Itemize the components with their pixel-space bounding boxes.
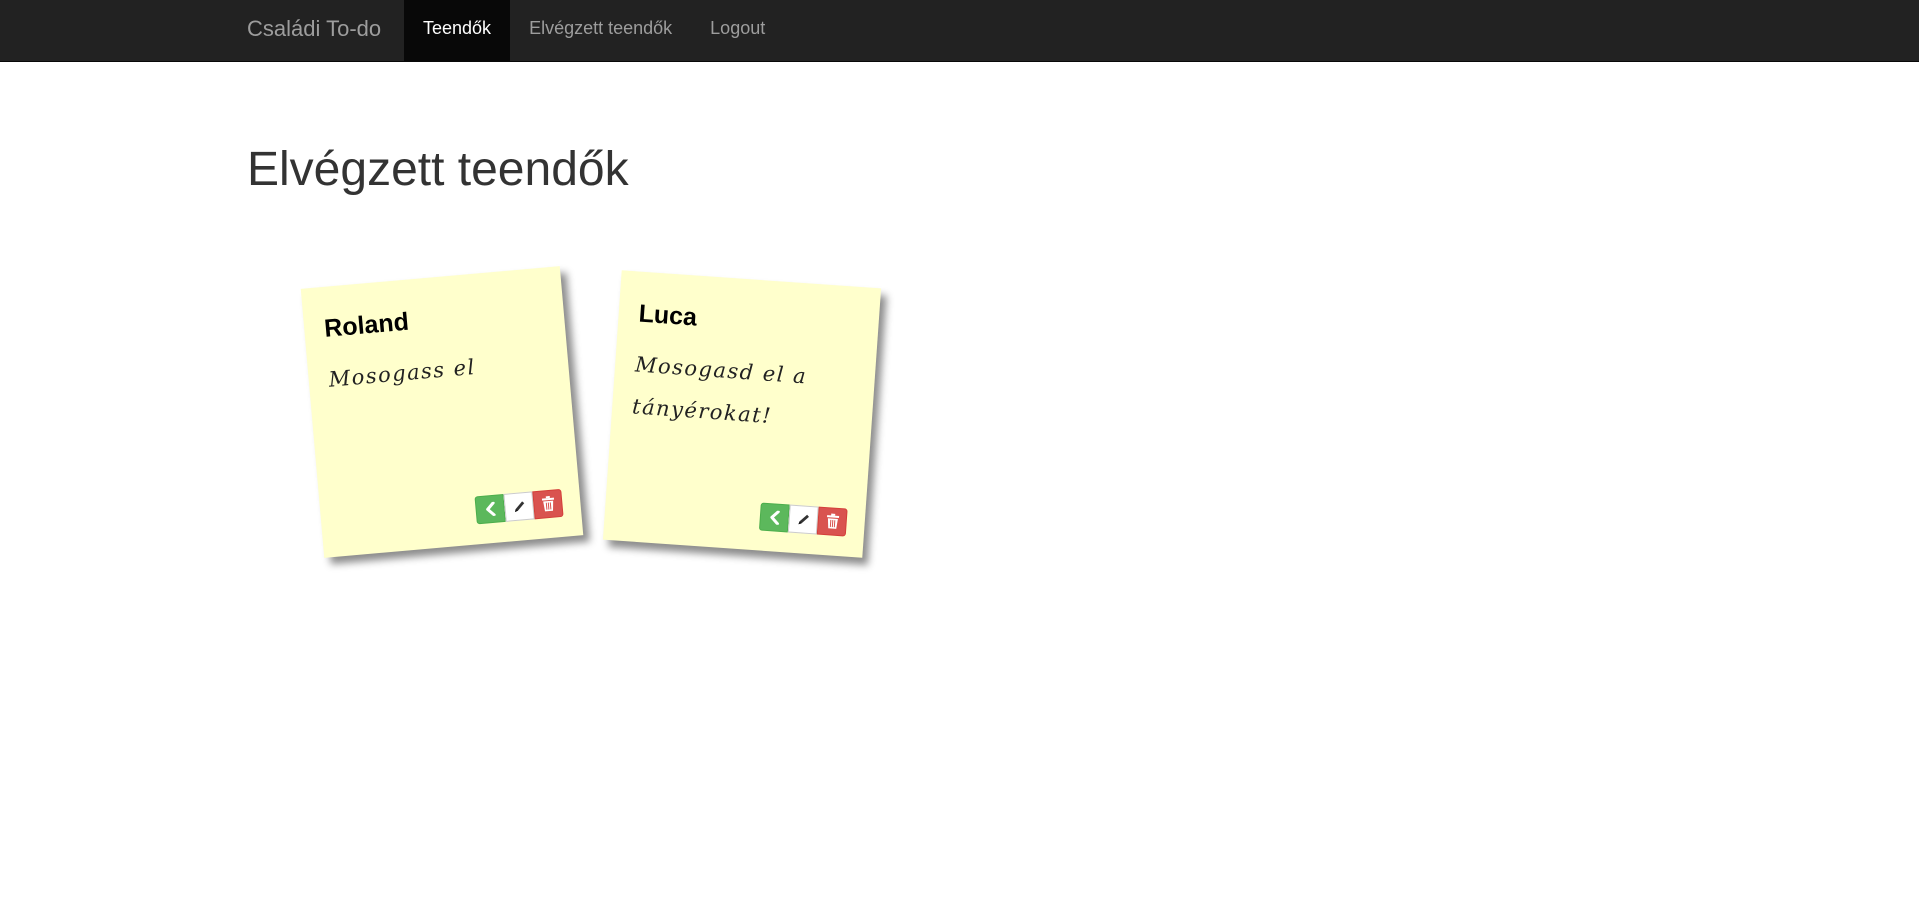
page-title: Elvégzett teendők bbox=[247, 143, 629, 196]
navbar: Családi To-do Teendők Elvégzett teendők … bbox=[0, 0, 1919, 62]
undo-button[interactable] bbox=[758, 502, 790, 533]
note-text: Mosogass el bbox=[327, 354, 477, 392]
nav-item-logout[interactable]: Logout bbox=[691, 0, 784, 61]
note-assignee: Luca bbox=[637, 299, 698, 332]
trash-icon bbox=[826, 513, 839, 529]
nav-item-elvegzett[interactable]: Elvégzett teendők bbox=[510, 0, 691, 61]
note-actions bbox=[474, 488, 564, 525]
pencil-icon bbox=[797, 514, 809, 525]
edit-button[interactable] bbox=[787, 504, 819, 535]
nav-menu: Teendők Elvégzett teendők Logout bbox=[404, 0, 784, 61]
delete-button[interactable] bbox=[816, 506, 848, 537]
note-text: Mosogasd el a tányérokat! bbox=[631, 352, 808, 429]
note-assignee: Roland bbox=[323, 307, 410, 343]
trash-icon bbox=[541, 495, 554, 512]
pencil-icon bbox=[514, 501, 524, 513]
brand-link[interactable]: Családi To-do bbox=[247, 0, 381, 61]
edit-button[interactable] bbox=[503, 491, 535, 522]
chevron-left-icon bbox=[769, 510, 780, 525]
delete-button[interactable] bbox=[532, 488, 564, 520]
note-card: Luca Mosogasd el a tányérokat! bbox=[602, 270, 882, 558]
note-actions bbox=[758, 502, 848, 537]
chevron-left-icon bbox=[485, 501, 496, 517]
undo-button[interactable] bbox=[474, 493, 506, 525]
note-card: Roland Mosogass el bbox=[300, 266, 584, 558]
nav-item-teendok[interactable]: Teendők bbox=[404, 0, 511, 61]
